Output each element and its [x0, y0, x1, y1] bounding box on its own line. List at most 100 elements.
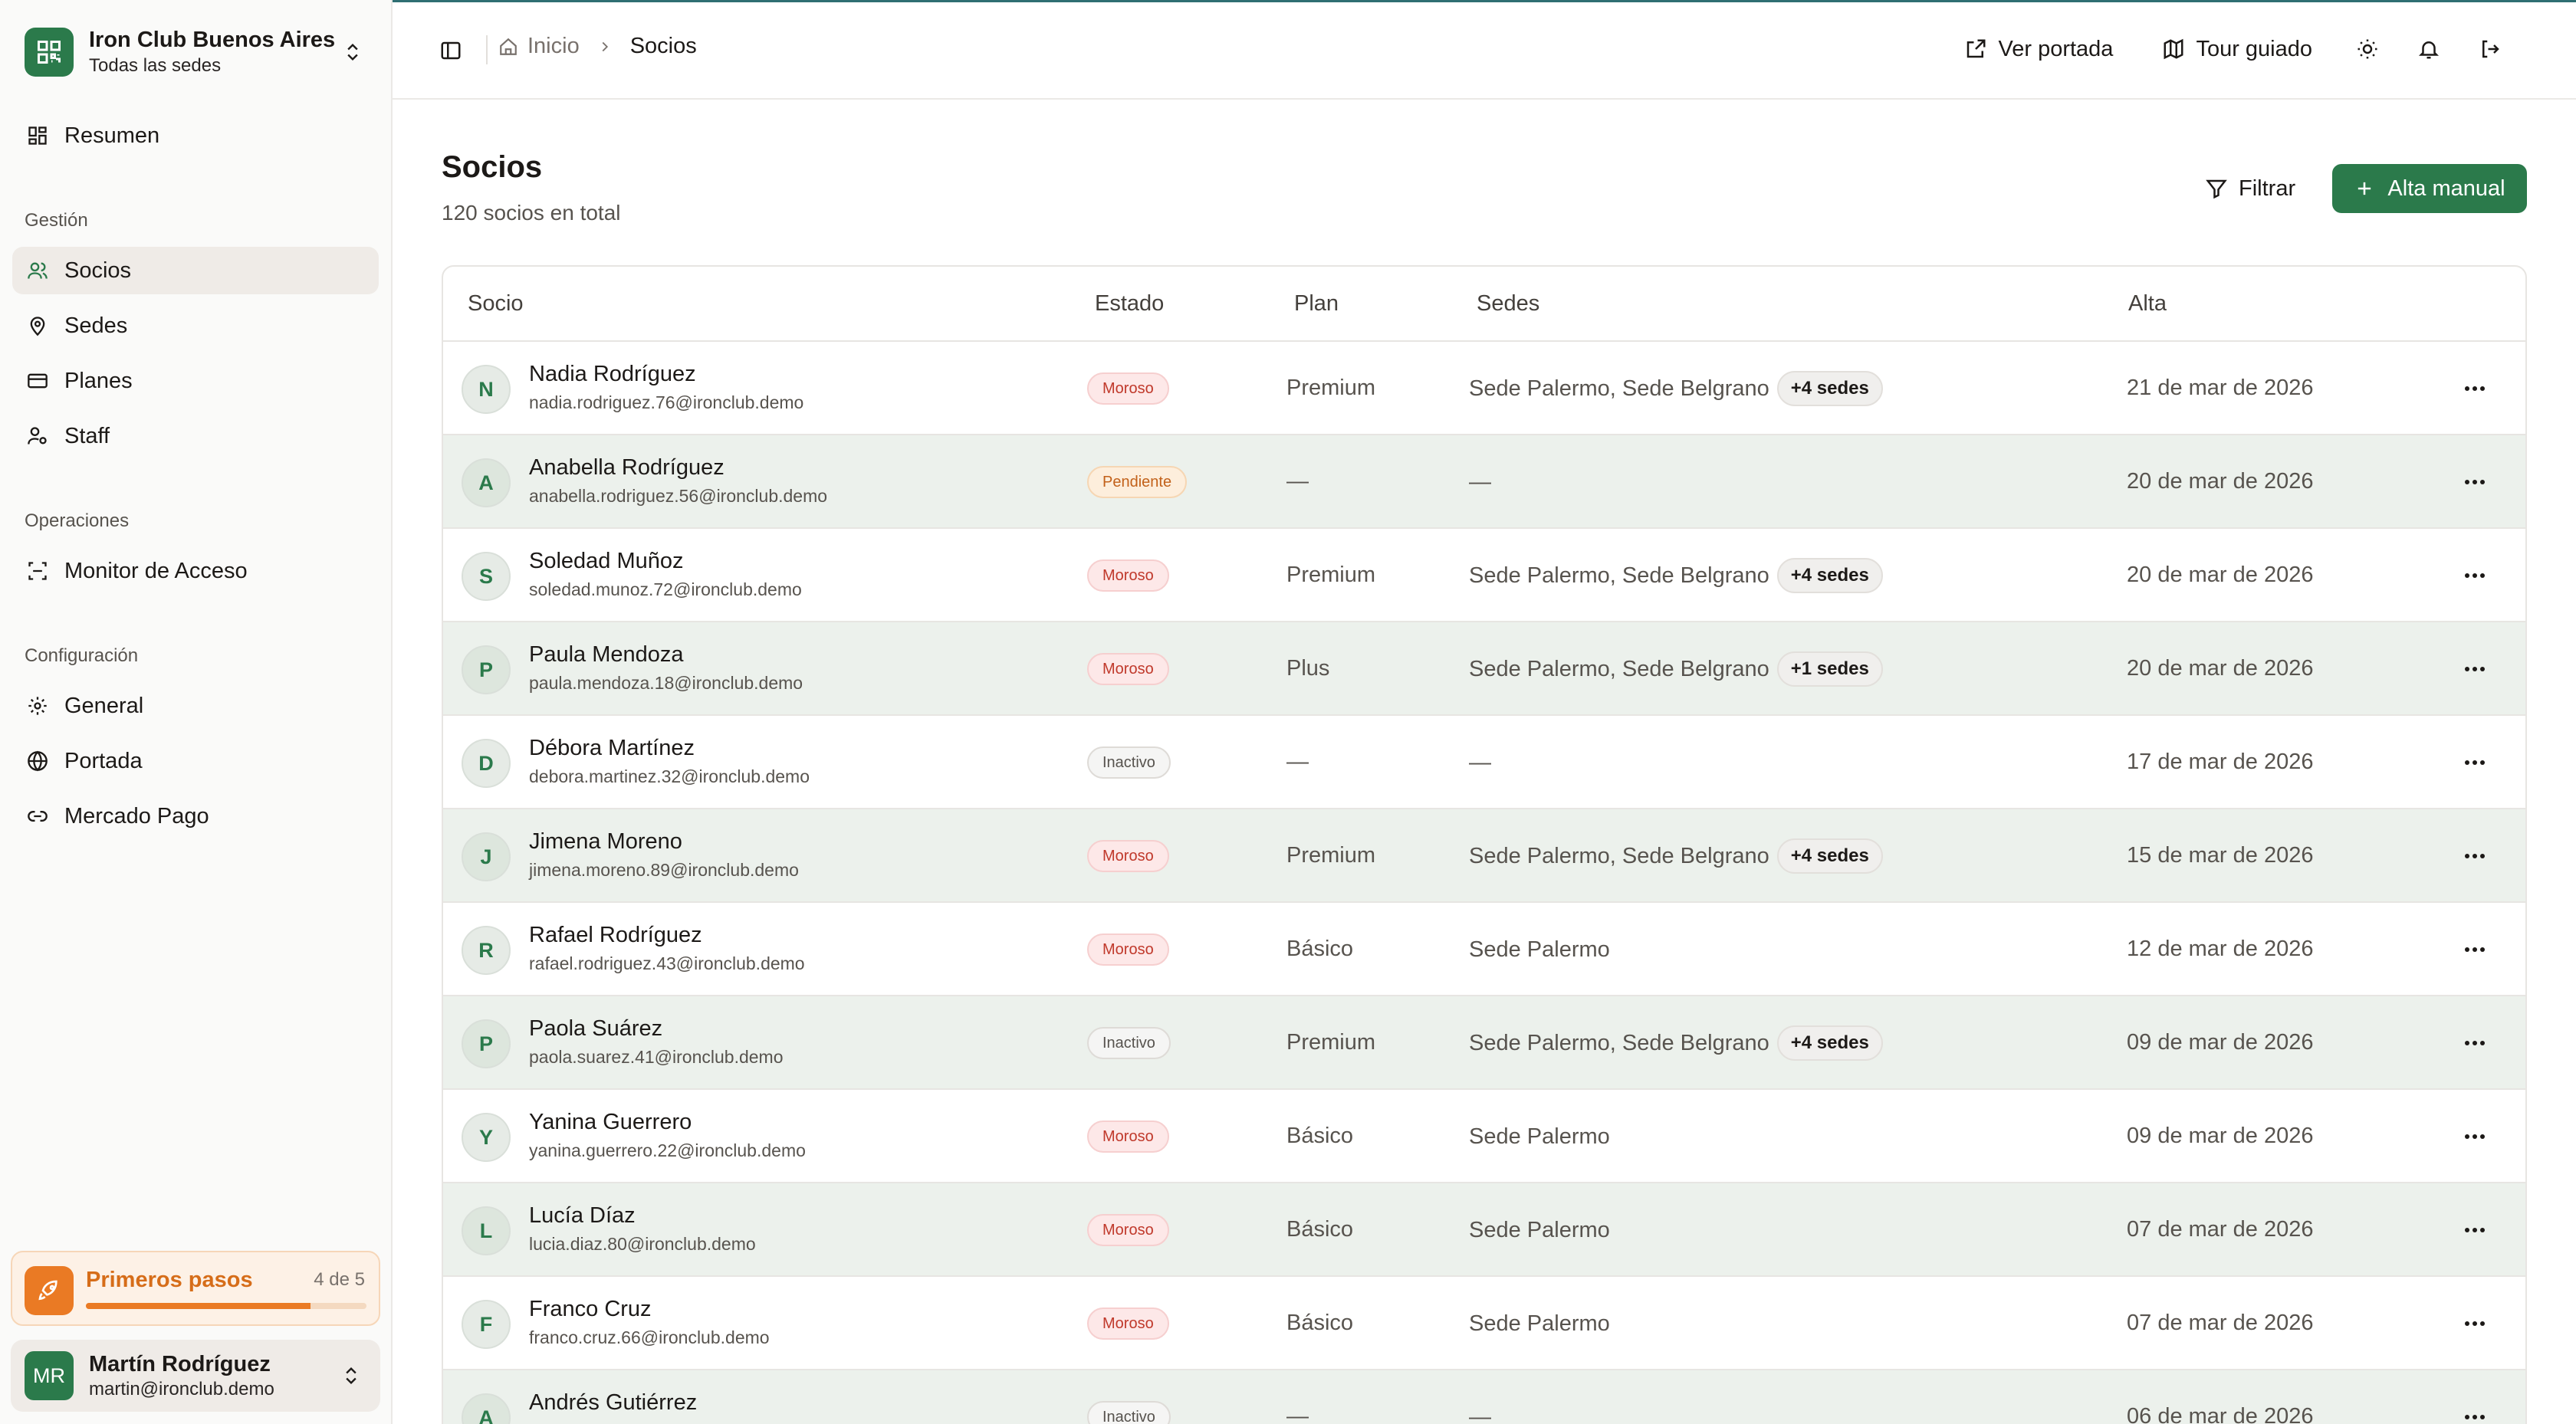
- filter-button[interactable]: Filtrar: [2193, 164, 2308, 213]
- avatar: MR: [25, 1351, 74, 1400]
- member-name[interactable]: Débora Martínez: [529, 736, 695, 761]
- column-alta[interactable]: Alta: [2128, 291, 2167, 317]
- sidebar-item-planes[interactable]: Planes: [12, 357, 379, 405]
- table-row[interactable]: J Jimena Moreno jimena.moreno.89@ironclu…: [443, 809, 2525, 903]
- more-horizontal-icon[interactable]: [2459, 1219, 2490, 1242]
- member-name[interactable]: Nadia Rodríguez: [529, 362, 696, 387]
- onboarding-title: Primeros pasos: [86, 1268, 253, 1292]
- table-row[interactable]: N Nadia Rodríguez nadia.rodriguez.76@iro…: [443, 342, 2525, 435]
- more-horizontal-icon[interactable]: [2459, 751, 2490, 774]
- more-horizontal-icon[interactable]: [2459, 845, 2490, 868]
- more-horizontal-icon[interactable]: [2459, 1032, 2490, 1055]
- avatar: R: [462, 926, 511, 975]
- table-row[interactable]: Y Yanina Guerrero yanina.guerrero.22@iro…: [443, 1090, 2525, 1183]
- extra-sedes-badge[interactable]: +4 sedes: [1776, 558, 1883, 593]
- more-horizontal-icon[interactable]: [2459, 938, 2490, 961]
- plan-cell: Premium: [1286, 563, 1376, 587]
- table-row[interactable]: S Soledad Muñoz soledad.munoz.72@ironclu…: [443, 529, 2525, 622]
- avatar: F: [462, 1300, 511, 1349]
- sedes-text: Sede Palermo, Sede Belgrano: [1469, 1030, 1769, 1055]
- tour-button[interactable]: Tour guiado: [2162, 31, 2312, 67]
- logout-icon[interactable]: [2472, 31, 2509, 67]
- scan-icon: [25, 558, 51, 584]
- member-name[interactable]: Yanina Guerrero: [529, 1110, 692, 1135]
- member-email: rafael.rodriguez.43@ironclub.demo: [529, 953, 805, 973]
- extra-sedes-badge[interactable]: +4 sedes: [1776, 1025, 1883, 1061]
- member-name[interactable]: Paola Suárez: [529, 1016, 662, 1042]
- bell-icon[interactable]: [2410, 31, 2447, 67]
- member-email: paola.suarez.41@ironclub.demo: [529, 1047, 784, 1067]
- sedes-cell: Sede Palermo, Sede Belgrano +4 sedes: [1469, 1024, 1883, 1062]
- org-switcher[interactable]: Iron Club Buenos Aires Todas las sedes: [11, 15, 382, 89]
- table-row[interactable]: A Andrés Gutiérrez Inactivo — — 06 de ma…: [443, 1370, 2525, 1424]
- add-member-button[interactable]: Alta manual: [2332, 164, 2527, 213]
- member-name[interactable]: Soledad Muñoz: [529, 549, 684, 574]
- plan-cell: Básico: [1286, 937, 1354, 961]
- table-row[interactable]: A Anabella Rodríguez anabella.rodriguez.…: [443, 435, 2525, 529]
- sidebar-item-socios[interactable]: Socios: [12, 247, 379, 294]
- section-gestion: Gestión: [25, 210, 88, 231]
- column-socio[interactable]: Socio: [468, 291, 524, 317]
- more-horizontal-icon[interactable]: [2459, 1406, 2490, 1424]
- user-menu[interactable]: MR Martín Rodríguez martin@ironclub.demo: [11, 1340, 380, 1412]
- avatar: L: [462, 1206, 511, 1255]
- chevron-right-icon: [596, 38, 613, 55]
- org-subtitle: Todas las sedes: [89, 55, 222, 76]
- table-header: Socio Estado Plan Sedes Alta: [443, 267, 2525, 342]
- table-row[interactable]: L Lucía Díaz lucia.diaz.80@ironclub.demo…: [443, 1183, 2525, 1277]
- sidebar-item-portada[interactable]: Portada: [12, 737, 379, 785]
- onboarding-card[interactable]: Primeros pasos 4 de 5: [11, 1251, 380, 1326]
- chevrons-up-down-icon: [336, 1365, 366, 1386]
- member-name[interactable]: Paula Mendoza: [529, 642, 684, 668]
- sidebar-item-mercado-pago[interactable]: Mercado Pago: [12, 792, 379, 840]
- table-row[interactable]: D Débora Martínez debora.martinez.32@iro…: [443, 716, 2525, 809]
- sidebar-item-label: Portada: [64, 748, 143, 773]
- extra-sedes-badge[interactable]: +1 sedes: [1776, 651, 1883, 687]
- plan-cell: Básico: [1286, 1124, 1354, 1148]
- table-row[interactable]: P Paola Suárez paola.suarez.41@ironclub.…: [443, 996, 2525, 1090]
- member-email: paula.mendoza.18@ironclub.demo: [529, 673, 803, 693]
- sidebar-item-sedes[interactable]: Sedes: [12, 302, 379, 349]
- sun-icon[interactable]: [2349, 31, 2386, 67]
- view-cover-label: Ver portada: [1998, 36, 2114, 61]
- table-row[interactable]: R Rafael Rodríguez rafael.rodriguez.43@i…: [443, 903, 2525, 996]
- filter-icon: [2205, 177, 2228, 200]
- sidebar-item-general[interactable]: General: [12, 682, 379, 730]
- sidebar-item-staff[interactable]: Staff: [12, 412, 379, 460]
- extra-sedes-badge[interactable]: +4 sedes: [1776, 838, 1883, 874]
- sidebar-item-resumen[interactable]: Resumen: [12, 112, 379, 159]
- more-horizontal-icon[interactable]: [2459, 377, 2490, 400]
- column-estado[interactable]: Estado: [1095, 291, 1164, 317]
- table-row[interactable]: P Paula Mendoza paula.mendoza.18@ironclu…: [443, 622, 2525, 716]
- more-horizontal-icon[interactable]: [2459, 1312, 2490, 1335]
- more-horizontal-icon[interactable]: [2459, 471, 2490, 494]
- member-name[interactable]: Lucía Díaz: [529, 1203, 636, 1229]
- extra-sedes-badge[interactable]: +4 sedes: [1776, 371, 1883, 406]
- status-badge: Moroso: [1087, 840, 1169, 872]
- status-badge: Moroso: [1087, 372, 1169, 405]
- member-name[interactable]: Jimena Moreno: [529, 829, 682, 855]
- member-name[interactable]: Rafael Rodríguez: [529, 923, 702, 948]
- breadcrumb-current: Socios: [629, 34, 697, 58]
- alta-cell: 09 de mar de 2026: [2127, 1030, 2314, 1055]
- breadcrumb-inicio[interactable]: Inicio: [527, 34, 580, 59]
- view-cover-button[interactable]: Ver portada: [1964, 31, 2113, 67]
- more-horizontal-icon[interactable]: [2459, 564, 2490, 587]
- member-email: lucia.diaz.80@ironclub.demo: [529, 1234, 756, 1254]
- member-name[interactable]: Franco Cruz: [529, 1297, 652, 1322]
- user-email: martin@ironclub.demo: [89, 1379, 274, 1399]
- sidebar-toggle-icon[interactable]: [435, 35, 466, 66]
- column-sedes[interactable]: Sedes: [1477, 291, 1539, 317]
- table-row[interactable]: F Franco Cruz franco.cruz.66@ironclub.de…: [443, 1277, 2525, 1370]
- sidebar-item-label: Socios: [64, 258, 132, 283]
- more-horizontal-icon[interactable]: [2459, 658, 2490, 681]
- member-name[interactable]: Anabella Rodríguez: [529, 455, 724, 481]
- map-icon: [2162, 38, 2185, 61]
- plan-cell: Plus: [1286, 656, 1330, 681]
- users-icon: [25, 258, 51, 284]
- more-horizontal-icon[interactable]: [2459, 1125, 2490, 1148]
- column-plan[interactable]: Plan: [1294, 291, 1339, 317]
- sedes-text: Sede Palermo, Sede Belgrano: [1469, 376, 1769, 401]
- sidebar-item-monitor-acceso[interactable]: Monitor de Acceso: [12, 547, 379, 595]
- member-name[interactable]: Andrés Gutiérrez: [529, 1390, 697, 1416]
